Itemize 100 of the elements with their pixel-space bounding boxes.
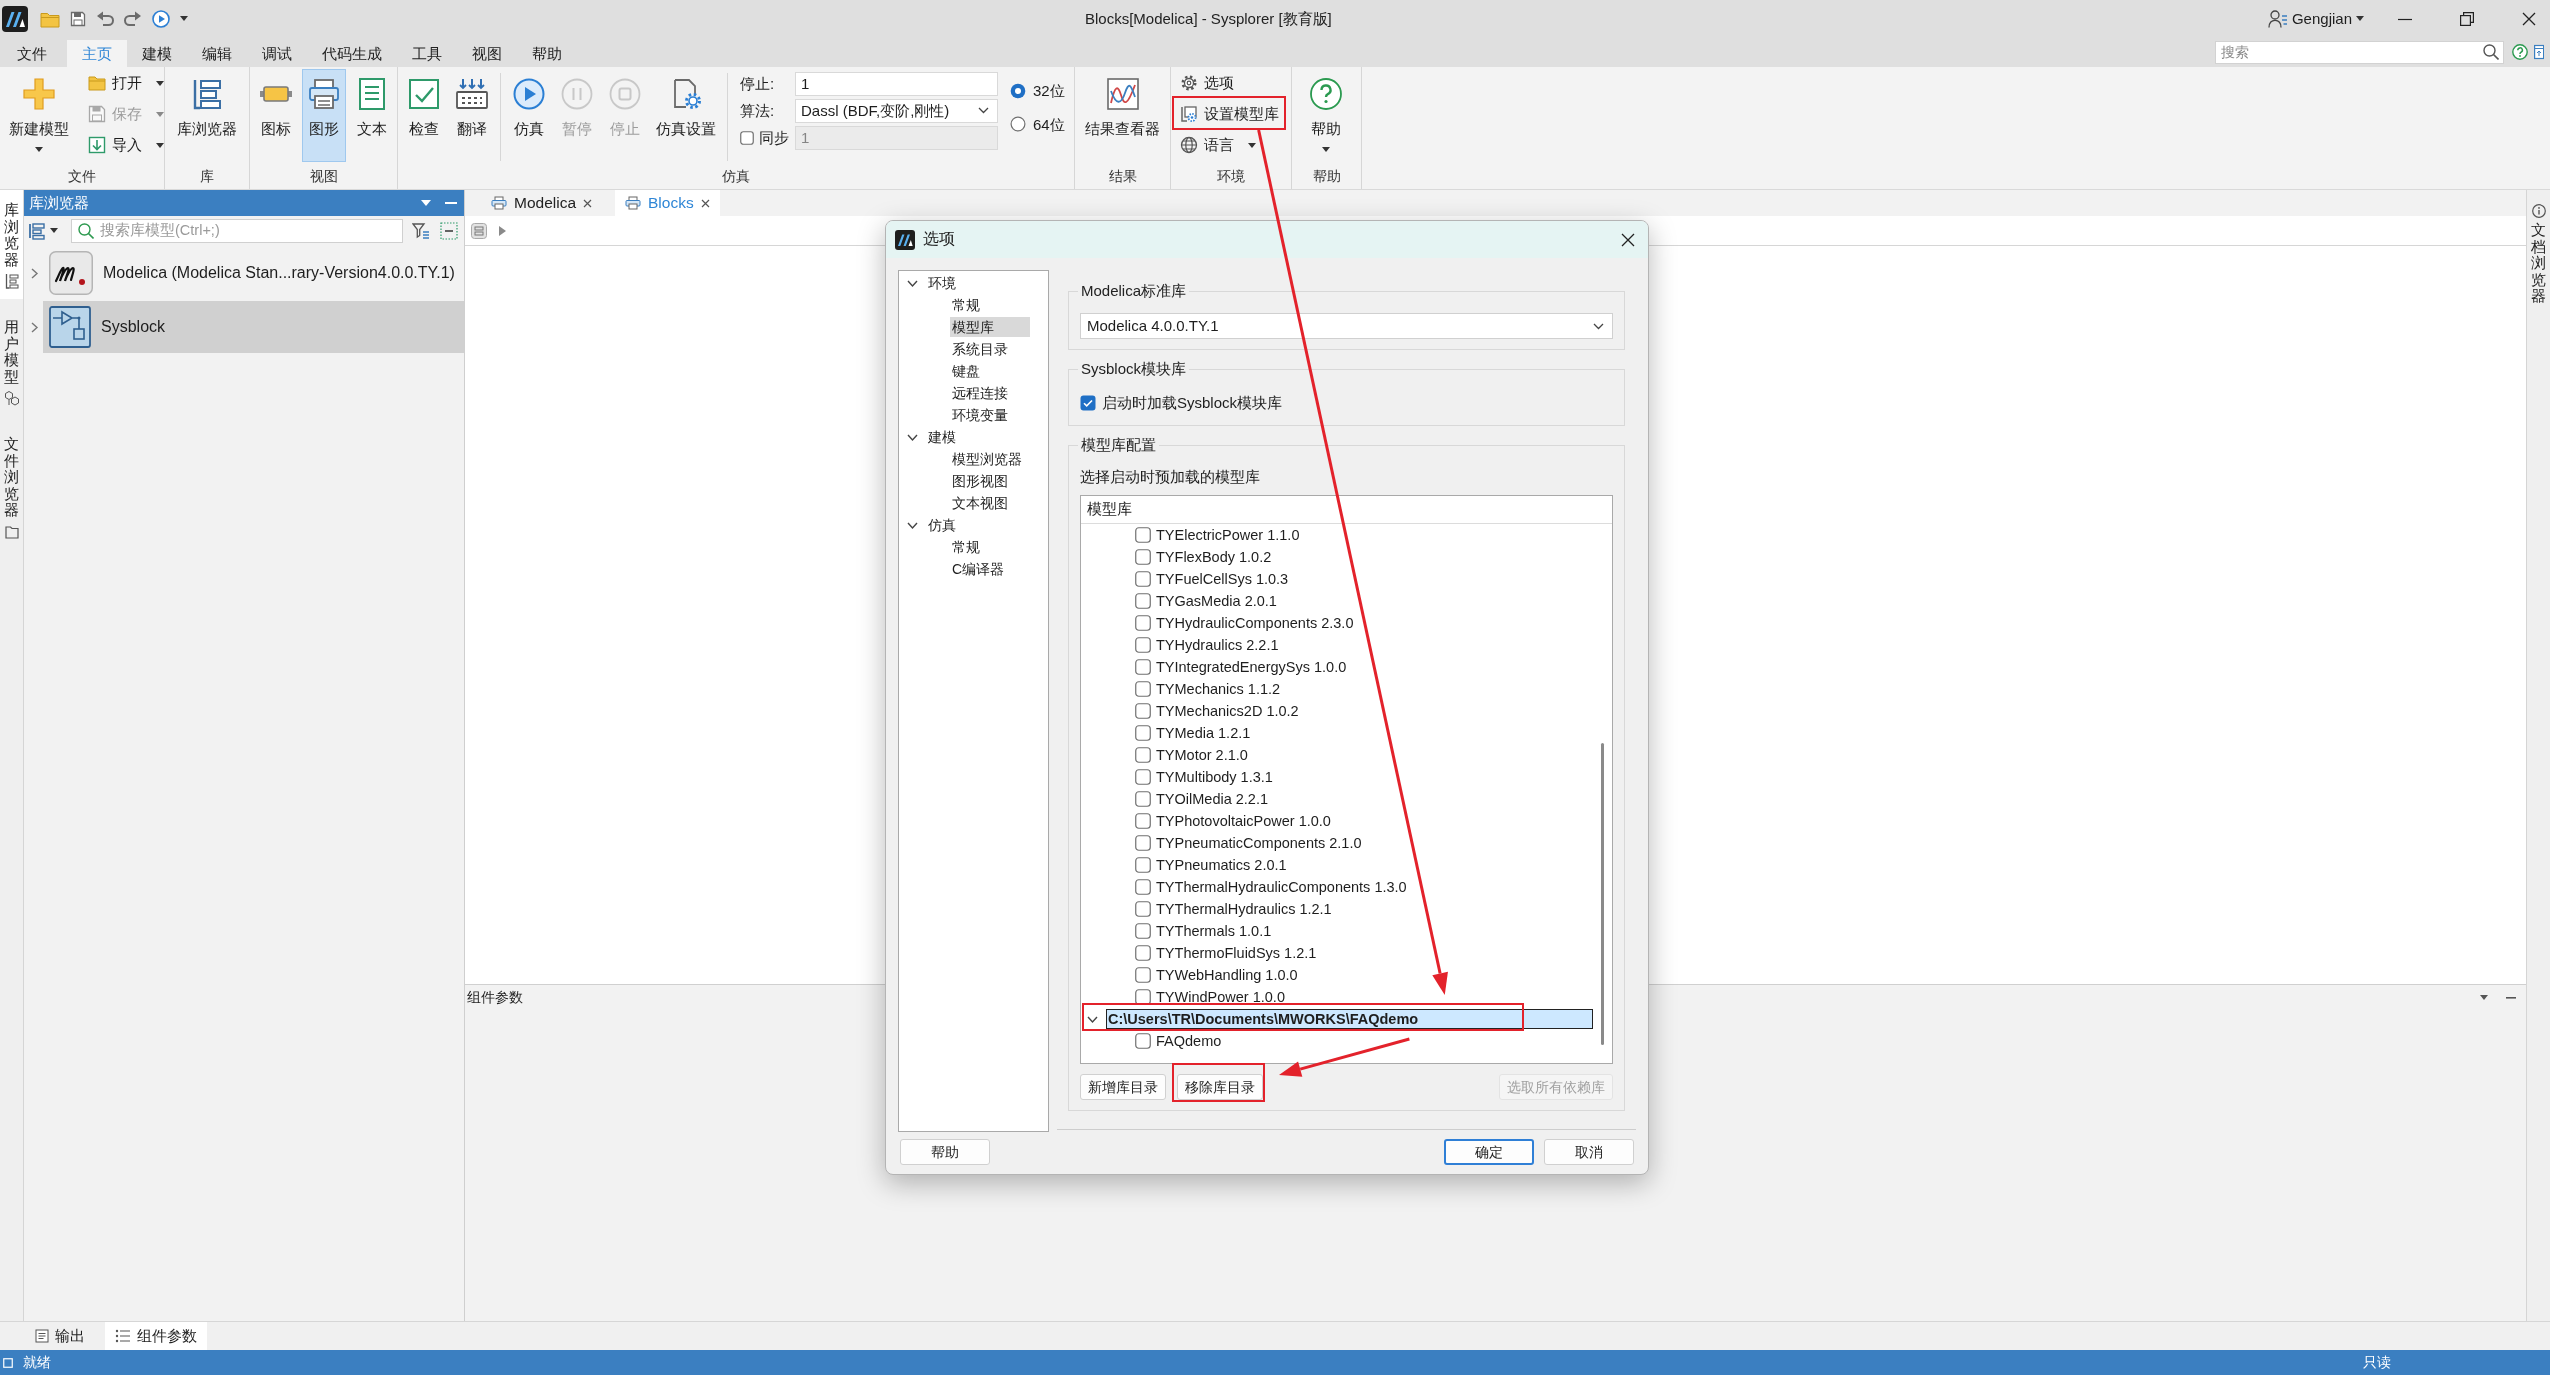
checkbox[interactable] bbox=[1135, 703, 1151, 719]
floppy-icon[interactable] bbox=[70, 10, 86, 27]
checkbox[interactable] bbox=[1135, 527, 1151, 543]
checkbox[interactable] bbox=[1135, 659, 1151, 675]
ribbon-button[interactable]: 翻译 bbox=[450, 69, 494, 162]
tree-item[interactable]: TYIntegratedEnergySys 1.0.0 bbox=[1154, 657, 1349, 677]
caret-icon[interactable] bbox=[50, 228, 58, 233]
menu-tab[interactable]: 工具 bbox=[397, 40, 457, 67]
tree-item[interactable]: TYPneumatics 2.0.1 bbox=[1154, 855, 1289, 875]
restore-icon[interactable] bbox=[2460, 11, 2474, 26]
checkbox[interactable] bbox=[1135, 879, 1151, 895]
tree-item[interactable]: TYWebHandling 1.0.0 bbox=[1154, 965, 1300, 985]
tree-item[interactable]: TYWindPower 1.0.0 bbox=[1154, 987, 1287, 1007]
checkbox[interactable] bbox=[1135, 725, 1151, 741]
menu-tab[interactable]: 主页 bbox=[67, 40, 127, 67]
tree-item[interactable]: TYMultibody 1.3.1 bbox=[1154, 767, 1275, 787]
menu-tab[interactable]: 代码生成 bbox=[307, 40, 397, 67]
tree-item[interactable]: TYThermals 1.0.1 bbox=[1154, 921, 1274, 941]
nav-item[interactable]: 文本视图 bbox=[950, 493, 1010, 513]
ribbon-button[interactable]: 打开 bbox=[84, 71, 168, 95]
ribbon-button[interactable]: 设置模型库 bbox=[1176, 102, 1283, 126]
checkbox[interactable] bbox=[1135, 1033, 1151, 1049]
nav-item[interactable]: 模型库 bbox=[950, 317, 1030, 337]
ribbon-button[interactable]: 图形 bbox=[302, 69, 346, 162]
close-icon[interactable] bbox=[583, 198, 593, 208]
ribbon-button[interactable]: 文本 bbox=[350, 69, 394, 162]
ribbon-button[interactable]: 仿真设置 bbox=[651, 69, 721, 162]
dialog-button[interactable]: 确定 bbox=[1444, 1139, 1534, 1165]
user-menu[interactable]: Gengjian bbox=[2267, 8, 2364, 29]
nav-item[interactable]: 系统目录 bbox=[950, 339, 1010, 359]
tree-item[interactable]: Modelica (Modelica Stan...rary-Version4.0.0.TY.1) bbox=[43, 247, 464, 299]
tree-item[interactable]: TYThermalHydraulics 1.2.1 bbox=[1154, 899, 1334, 919]
checkbox[interactable] bbox=[1135, 549, 1151, 565]
nav-category[interactable]: 环境 bbox=[926, 273, 958, 293]
nav-item[interactable]: 常规 bbox=[950, 537, 982, 557]
tree-item[interactable]: TYOilMedia 2.2.1 bbox=[1154, 789, 1271, 809]
minimize-icon[interactable] bbox=[2506, 996, 2516, 999]
checkbox[interactable] bbox=[1135, 593, 1151, 609]
tree-item[interactable]: TYHydraulics 2.2.1 bbox=[1154, 635, 1281, 655]
chevron-right-icon[interactable] bbox=[29, 267, 40, 279]
menu-tab[interactable]: 视图 bbox=[457, 40, 517, 67]
checkbox[interactable] bbox=[1135, 637, 1151, 653]
tree-item[interactable]: TYElectricPower 1.1.0 bbox=[1154, 525, 1302, 545]
checkbox[interactable] bbox=[1135, 813, 1151, 829]
checkbox[interactable] bbox=[1135, 945, 1151, 961]
tree-item[interactable]: TYMechanics 1.1.2 bbox=[1154, 679, 1283, 699]
chevron-right-icon[interactable] bbox=[29, 321, 40, 333]
side-tab[interactable]: 用户模型 bbox=[0, 307, 23, 416]
menu-tab[interactable]: 编辑 bbox=[187, 40, 247, 67]
checkbox[interactable] bbox=[1135, 923, 1151, 939]
checkbox[interactable] bbox=[1135, 967, 1151, 983]
checkbox[interactable] bbox=[1135, 681, 1151, 697]
menu-tab[interactable]: 建模 bbox=[127, 40, 187, 67]
radio-button[interactable] bbox=[1010, 116, 1026, 133]
tree-item[interactable]: TYHydraulicComponents 2.3.0 bbox=[1154, 613, 1356, 633]
ribbon-button[interactable]: 语言 bbox=[1176, 133, 1283, 157]
checkbox[interactable] bbox=[1135, 857, 1151, 873]
bottom-tab[interactable]: 组件参数 bbox=[105, 1322, 207, 1350]
nav-item[interactable]: 模型浏览器 bbox=[950, 449, 1024, 469]
tree-item[interactable]: C:\Users\TR\Documents\MWORKS\FAQdemo bbox=[1106, 1009, 1593, 1029]
tree-item[interactable]: TYGasMedia 2.0.1 bbox=[1154, 591, 1279, 611]
caret-icon[interactable] bbox=[180, 16, 188, 21]
nav-item[interactable]: 远程连接 bbox=[950, 383, 1010, 403]
dialog-button[interactable]: 取消 bbox=[1544, 1139, 1634, 1165]
ribbon-button[interactable]: 图标 bbox=[254, 69, 298, 162]
ribbon-button[interactable]: 检查 bbox=[402, 69, 446, 162]
checkbox[interactable] bbox=[1080, 395, 1096, 411]
diagram-icon[interactable] bbox=[471, 222, 487, 239]
dialog-button[interactable]: 新增库目录 bbox=[1080, 1074, 1166, 1100]
tree-item[interactable]: TYMotor 2.1.0 bbox=[1154, 745, 1250, 765]
dropdown-field[interactable]: Modelica 4.0.0.TY.1 bbox=[1080, 313, 1613, 339]
filter-icon[interactable] bbox=[412, 221, 430, 240]
dropdown-field[interactable]: Dassl (BDF,变阶,刚性) bbox=[795, 98, 998, 123]
checkbox[interactable] bbox=[1135, 615, 1151, 631]
tree-item[interactable]: TYFlexBody 1.0.2 bbox=[1154, 547, 1274, 567]
tree-item[interactable]: TYFuelCellSys 1.0.3 bbox=[1154, 569, 1291, 589]
close-icon[interactable] bbox=[700, 198, 710, 208]
tree-item[interactable]: TYPneumaticComponents 2.1.0 bbox=[1154, 833, 1364, 853]
checkbox[interactable] bbox=[1135, 769, 1151, 785]
nav-category[interactable]: 仿真 bbox=[926, 515, 958, 535]
ribbon-button[interactable]: 库浏览器 bbox=[172, 69, 242, 162]
dialog-button[interactable]: 帮助 bbox=[900, 1139, 990, 1165]
help-icon[interactable] bbox=[2512, 44, 2528, 60]
checkbox[interactable] bbox=[1135, 571, 1151, 587]
play-icon[interactable] bbox=[152, 9, 170, 28]
window-icon[interactable] bbox=[2534, 44, 2544, 60]
checkbox[interactable] bbox=[1135, 791, 1151, 807]
checkbox[interactable] bbox=[1135, 901, 1151, 917]
radio-button[interactable] bbox=[1010, 82, 1026, 99]
editor-tab[interactable]: Blocks bbox=[615, 190, 720, 216]
nav-item[interactable]: 键盘 bbox=[950, 361, 982, 381]
nav-category[interactable]: 建模 bbox=[926, 427, 958, 447]
tree-item[interactable]: TYMedia 1.2.1 bbox=[1154, 723, 1253, 743]
menu-tab[interactable]: 文件 bbox=[2, 40, 62, 67]
side-tab[interactable]: 文档浏览器 bbox=[2527, 190, 2550, 313]
nav-item[interactable]: 常规 bbox=[950, 295, 982, 315]
editor-tab[interactable]: Modelica bbox=[481, 190, 603, 216]
search-field[interactable]: 搜索 bbox=[2215, 40, 2504, 64]
nav-item[interactable]: 图形视图 bbox=[950, 471, 1010, 491]
ribbon-button[interactable]: 导入 bbox=[84, 133, 168, 157]
